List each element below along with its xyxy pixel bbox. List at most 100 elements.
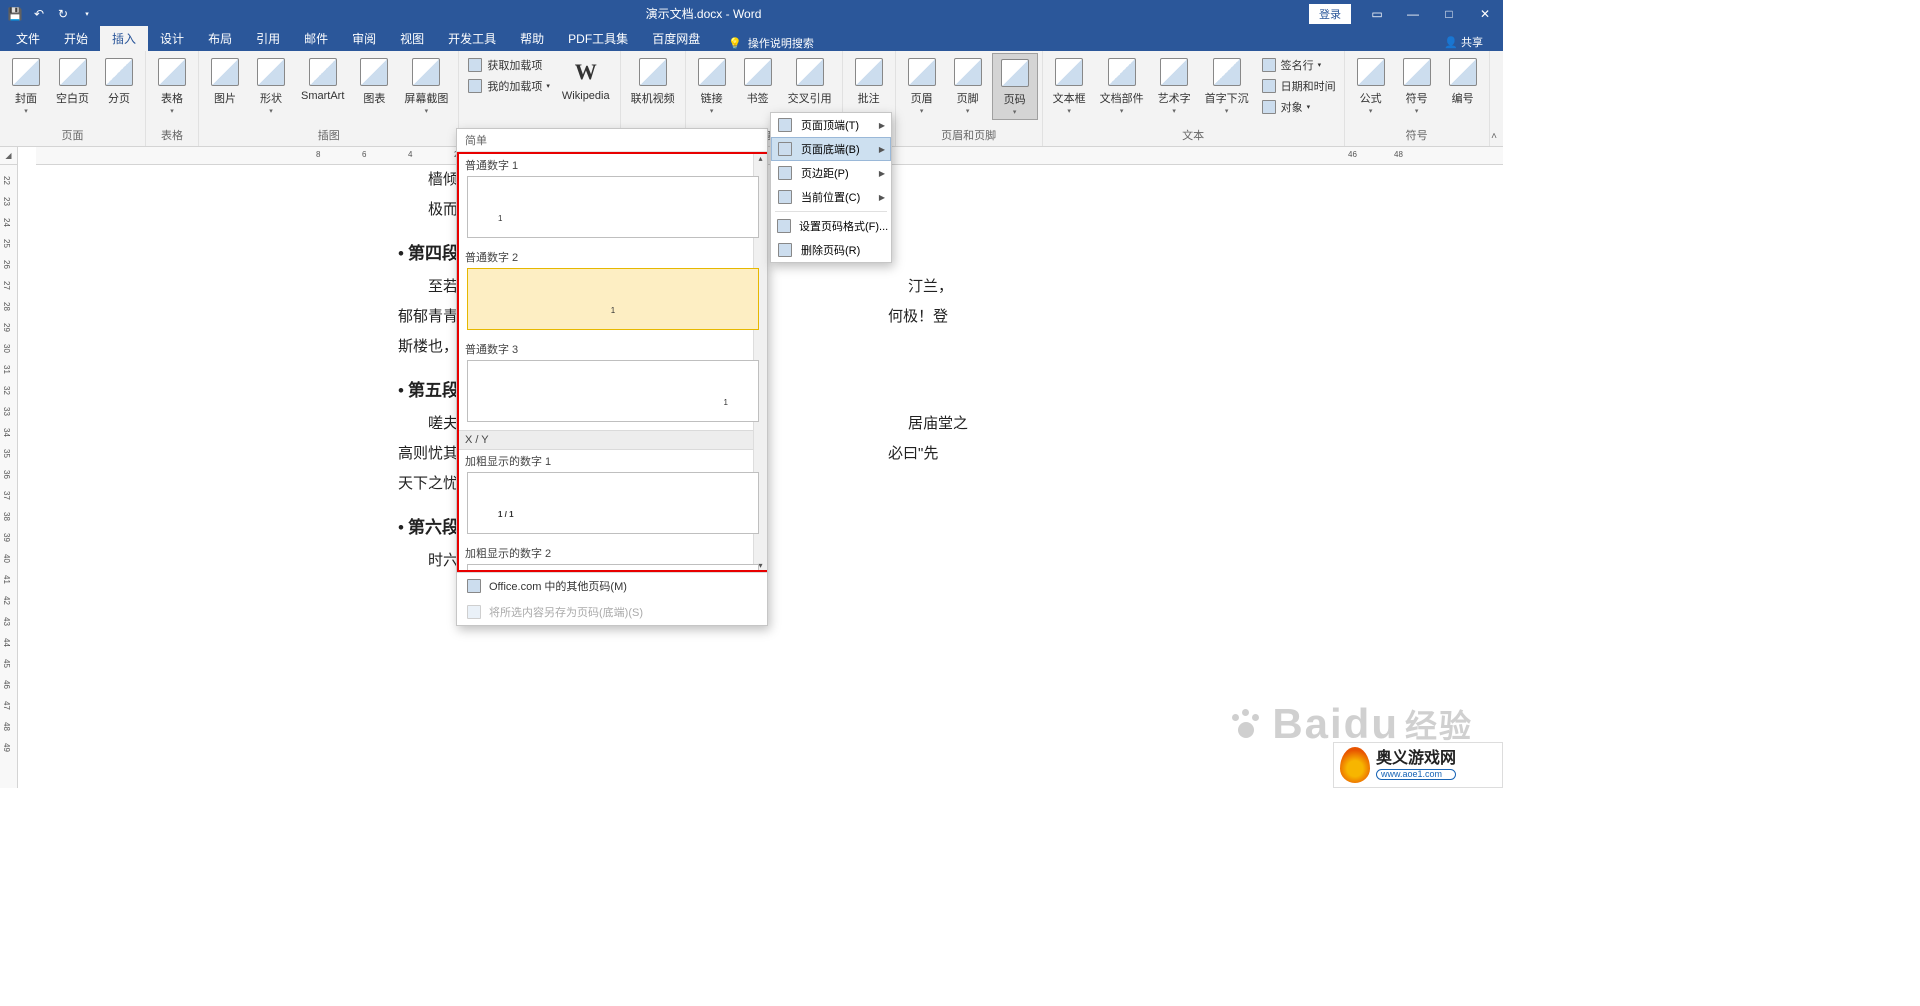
menu-页边距(P)[interactable]: 页边距(P)▶: [771, 161, 891, 185]
ribbon-label: 链接: [701, 90, 723, 106]
minimize-icon[interactable]: —: [1395, 0, 1431, 27]
ribbon-形状[interactable]: 形状▾: [249, 53, 293, 118]
ribbon-label: 文本框: [1053, 90, 1086, 106]
ribbon-符号[interactable]: 符号▾: [1395, 53, 1439, 118]
ribbon-交叉引用[interactable]: 交叉引用: [782, 53, 838, 109]
ribbon-屏幕截图[interactable]: 屏幕截图▾: [398, 53, 454, 118]
ribbon-图表[interactable]: 图表: [352, 53, 396, 109]
ribbon-label: 封面: [15, 90, 37, 106]
屏幕截图-icon: [410, 56, 442, 88]
ribbon-分页[interactable]: 分页: [97, 53, 141, 109]
ribbon-group-符号: 公式▾符号▾编号符号: [1345, 51, 1490, 146]
qat-customize-icon[interactable]: ▾: [76, 3, 98, 25]
ribbon-编号[interactable]: 编号: [1441, 53, 1485, 109]
menu-item-label: 页边距(P): [801, 165, 849, 181]
gallery-item-加粗显示的数字 1[interactable]: 1 / 1: [467, 472, 759, 534]
gallery-section-head: X / Y: [459, 430, 767, 450]
ribbon-label: 页眉: [911, 90, 933, 106]
gallery-item-label: 普通数字 3: [459, 338, 767, 360]
tell-me[interactable]: 💡 操作说明搜索: [728, 35, 814, 51]
chevron-right-icon: ▶: [879, 121, 885, 130]
redo-icon[interactable]: ↻: [52, 3, 74, 25]
menu-页面顶端(T)[interactable]: 页面顶端(T)▶: [771, 113, 891, 137]
tab-文件[interactable]: 文件: [4, 26, 52, 51]
gallery-item-加粗显示的数字 2[interactable]: 1 / 1: [467, 564, 759, 572]
gallery-scroll[interactable]: ▴▾ 普通数字 11普通数字 21普通数字 31X / Y加粗显示的数字 11 …: [457, 152, 767, 572]
tab-视图[interactable]: 视图: [388, 26, 436, 51]
menu-item-icon: [777, 141, 793, 157]
ribbon-联机视频[interactable]: 联机视频: [625, 53, 681, 109]
tab-开发工具[interactable]: 开发工具: [436, 26, 508, 51]
艺术字-icon: [1158, 56, 1190, 88]
ribbon-label: 形状: [260, 90, 282, 106]
close-icon[interactable]: ✕: [1467, 0, 1503, 27]
gallery-item-普通数字 2[interactable]: 1: [467, 268, 759, 330]
ribbon-文本框[interactable]: 文本框▾: [1047, 53, 1092, 118]
gallery-item-普通数字 1[interactable]: 1: [467, 176, 759, 238]
分页-icon: [103, 56, 135, 88]
ribbon-页码[interactable]: 页码▾: [992, 53, 1038, 120]
login-button[interactable]: 登录: [1309, 4, 1351, 24]
gallery-item-普通数字 3[interactable]: 1: [467, 360, 759, 422]
tab-邮件[interactable]: 邮件: [292, 26, 340, 51]
share-button[interactable]: 👤 共享: [1436, 33, 1491, 53]
ribbon-日期和时间[interactable]: 日期和时间: [1257, 76, 1340, 96]
tab-布局[interactable]: 布局: [196, 26, 244, 51]
ribbon-首字下沉[interactable]: 首字下沉▾: [1199, 53, 1255, 118]
ribbon-SmartArt[interactable]: SmartArt: [295, 53, 350, 105]
ribbon-文档部件[interactable]: 文档部件▾: [1094, 53, 1150, 118]
page-number-menu: 页面顶端(T)▶页面底端(B)▶页边距(P)▶当前位置(C)▶设置页码格式(F)…: [770, 112, 892, 263]
ribbon-label: 编号: [1452, 90, 1474, 106]
ribbon-获取加载项[interactable]: 获取加载项: [463, 55, 554, 75]
gallery-more-office[interactable]: Office.com 中的其他页码(M): [457, 573, 767, 599]
ribbon-页脚[interactable]: 页脚▾: [946, 53, 990, 118]
menu-设置页码格式(F)...[interactable]: 设置页码格式(F)...: [771, 214, 891, 238]
ribbon-艺术字[interactable]: 艺术字▾: [1152, 53, 1197, 118]
批注-icon: [853, 56, 885, 88]
dropdown-arrow-icon: ▾: [1415, 107, 1419, 115]
ribbon-Wikipedia[interactable]: WWikipedia: [556, 53, 616, 105]
save-icon[interactable]: 💾: [4, 3, 26, 25]
undo-icon[interactable]: ↶: [28, 3, 50, 25]
ribbon-页眉[interactable]: 页眉▾: [900, 53, 944, 118]
ribbon-group-插图: 图片形状▾SmartArt图表屏幕截图▾插图: [199, 51, 459, 146]
ribbon-对象[interactable]: 对象 ▾: [1257, 97, 1340, 117]
tab-设计[interactable]: 设计: [148, 26, 196, 51]
tab-百度网盘[interactable]: 百度网盘: [640, 26, 712, 51]
ribbon-我的加载项[interactable]: 我的加载项 ▾: [463, 76, 554, 96]
tab-引用[interactable]: 引用: [244, 26, 292, 51]
ribbon-批注[interactable]: 批注: [847, 53, 891, 109]
tab-PDF工具集[interactable]: PDF工具集: [556, 26, 640, 51]
chevron-right-icon: ▶: [879, 145, 885, 154]
ribbon-图片[interactable]: 图片: [203, 53, 247, 109]
ribbon-label: 分页: [108, 90, 130, 106]
ribbon-公式[interactable]: 公式▾: [1349, 53, 1393, 118]
collapse-ribbon-icon[interactable]: ˄: [1491, 131, 1497, 142]
空白页-icon: [57, 56, 89, 88]
menu-item-icon: [777, 165, 793, 181]
vertical-ruler[interactable]: 2122232425262728293031323334353637383940…: [0, 147, 18, 788]
ribbon-空白页[interactable]: 空白页: [50, 53, 95, 109]
menu-当前位置(C)[interactable]: 当前位置(C)▶: [771, 185, 891, 209]
ribbon-链接[interactable]: 链接▾: [690, 53, 734, 118]
tab-审阅[interactable]: 审阅: [340, 26, 388, 51]
menu-页面底端(B)[interactable]: 页面底端(B)▶: [771, 137, 891, 161]
ribbon-封面[interactable]: 封面▾: [4, 53, 48, 118]
maximize-icon[interactable]: □: [1431, 0, 1467, 27]
ribbon-options-icon[interactable]: ▭: [1359, 0, 1395, 27]
ribbon-label: 页码: [1004, 91, 1026, 107]
编号-icon: [1447, 56, 1479, 88]
tab-帮助[interactable]: 帮助: [508, 26, 556, 51]
menu-删除页码(R)[interactable]: 删除页码(R): [771, 238, 891, 262]
gallery-save-selection: 将所选内容另存为页码(底端)(S): [457, 599, 767, 625]
ribbon-签名行[interactable]: 签名行 ▾: [1257, 55, 1340, 75]
tab-插入[interactable]: 插入: [100, 26, 148, 51]
ribbon-书签[interactable]: 书签: [736, 53, 780, 109]
tab-开始[interactable]: 开始: [52, 26, 100, 51]
dropdown-arrow-icon: ▾: [170, 107, 174, 115]
ribbon-label: 首字下沉: [1205, 90, 1249, 106]
gallery-item-label: 加粗显示的数字 1: [459, 450, 767, 472]
menu-item-icon: [777, 242, 793, 258]
符号-icon: [1401, 56, 1433, 88]
ribbon-表格[interactable]: 表格▾: [150, 53, 194, 118]
